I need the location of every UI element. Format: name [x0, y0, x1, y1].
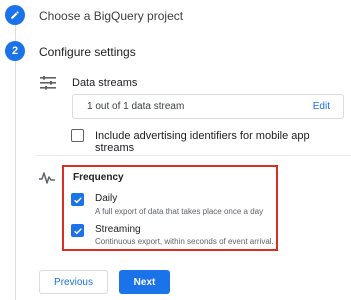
- frequency-section: Frequency Daily A full export of data th…: [62, 165, 278, 251]
- advertising-identifiers-checkbox[interactable]: [71, 129, 84, 142]
- daily-option-label[interactable]: Daily: [95, 193, 117, 204]
- checkmark-icon: [73, 196, 82, 203]
- previous-button[interactable]: Previous: [39, 270, 108, 294]
- frequency-title: Frequency: [73, 172, 124, 183]
- streaming-option-label[interactable]: Streaming: [95, 224, 141, 235]
- pencil-icon: [11, 11, 19, 19]
- step-2-number-badge: 2: [5, 41, 25, 61]
- advertising-identifiers-label[interactable]: Include advertising identifiers for mobi…: [95, 130, 351, 154]
- waveform-icon: [39, 172, 55, 184]
- daily-checkbox[interactable]: [71, 193, 84, 206]
- next-button[interactable]: Next: [119, 270, 170, 294]
- section-divider: [36, 155, 351, 156]
- checkmark-icon: [73, 227, 82, 234]
- daily-option-description: A full export of data that takes place o…: [95, 207, 264, 216]
- streaming-option-description: Continuous export, within seconds of eve…: [95, 237, 274, 246]
- streaming-checkbox[interactable]: [71, 224, 84, 237]
- step-1-complete-badge: [5, 5, 25, 25]
- step-connector-line: [15, 22, 16, 300]
- edit-data-streams-link[interactable]: Edit: [313, 101, 330, 112]
- data-streams-title: Data streams: [72, 77, 138, 89]
- data-streams-summary-box: 1 out of 1 data stream Edit: [72, 94, 344, 119]
- data-stream-count: 1 out of 1 data stream: [87, 101, 185, 112]
- step-2-title: Configure settings: [39, 45, 136, 59]
- step-1-title[interactable]: Choose a BigQuery project: [39, 9, 183, 23]
- list-settings-icon: [40, 76, 56, 90]
